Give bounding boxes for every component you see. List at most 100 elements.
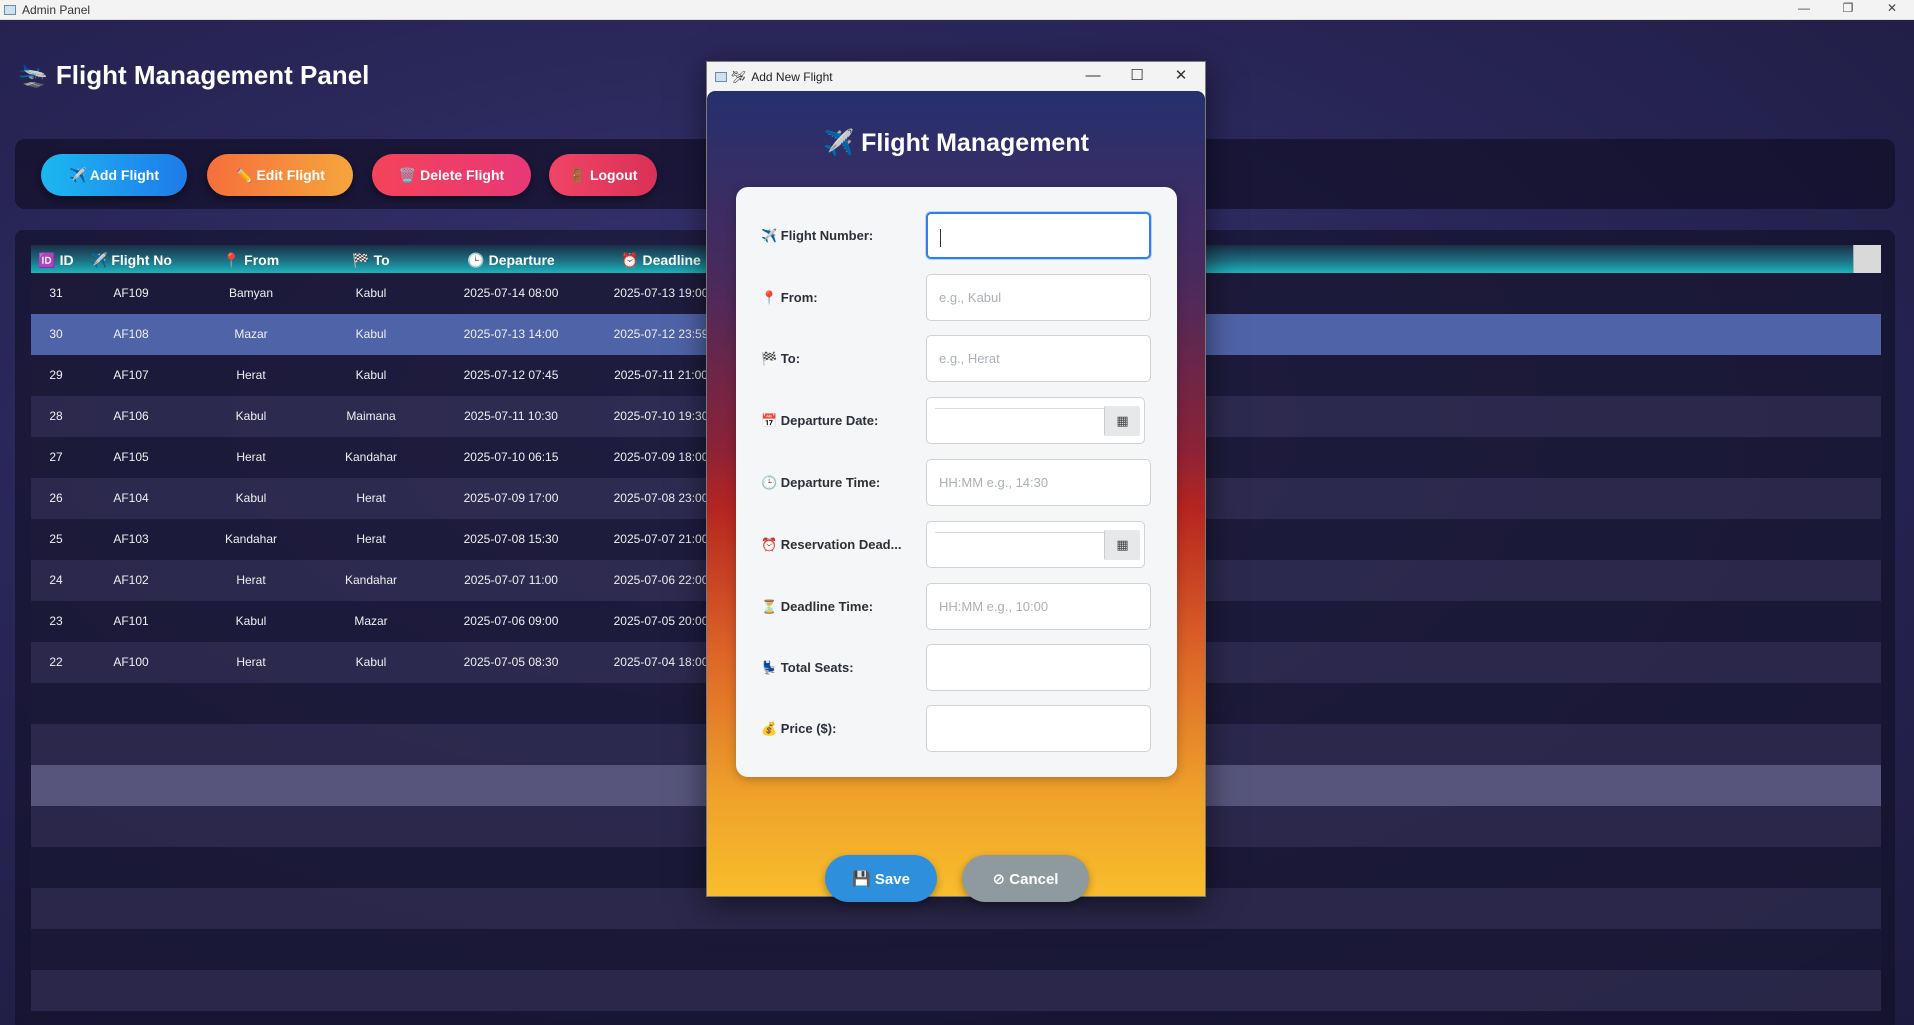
cell-flight-no: AF101 <box>113 614 149 628</box>
cell-departure: 2025-07-08 15:30 <box>463 532 559 546</box>
cell-flight-no: AF100 <box>113 655 149 669</box>
cell-id: 30 <box>49 327 63 341</box>
cell-departure: 2025-07-10 06:15 <box>463 450 559 464</box>
calendar-icon[interactable]: ▦ <box>1104 406 1140 436</box>
cell-id: 23 <box>49 614 63 628</box>
reservation-deadline-picker[interactable]: ▦ <box>926 521 1145 568</box>
to-label: 🏁 To: <box>761 351 801 366</box>
cell-to: Kabul <box>355 286 387 300</box>
cell-flight-no: AF109 <box>113 286 149 300</box>
table-row[interactable] <box>31 929 1881 970</box>
cell-departure: 2025-07-05 08:30 <box>463 655 559 669</box>
field-departure-time: 🕒 Departure Time: HH:MM e.g., 14:30 <box>736 459 1177 509</box>
os-window-title: Admin Panel <box>22 2 91 17</box>
cell-id: 27 <box>49 450 63 464</box>
departure-date-picker[interactable]: ▦ <box>926 397 1145 444</box>
os-window-controls: — ❐ ✕ <box>1782 0 1914 20</box>
page-title: 🛬 Flight Management Panel <box>18 60 369 91</box>
field-deadline-time: ⏳ Deadline Time: HH:MM e.g., 10:00 <box>736 583 1177 633</box>
add-flight-button[interactable]: ✈️ Add Flight <box>41 154 187 196</box>
cell-to: Herat <box>356 491 386 505</box>
table-row[interactable] <box>31 970 1881 1011</box>
flight-number-label: ✈️ Flight Number: <box>761 228 874 243</box>
cell-departure: 2025-07-12 07:45 <box>463 368 559 382</box>
price-input[interactable] <box>926 705 1151 752</box>
cell-flight-no: AF105 <box>113 450 149 464</box>
cancel-button[interactable]: ⊘ Cancel <box>962 855 1089 902</box>
cell-flight-no: AF104 <box>113 491 149 505</box>
cell-departure: 2025-07-06 09:00 <box>463 614 559 628</box>
table-scroll-corner[interactable] <box>1853 245 1881 273</box>
cell-departure: 2025-07-13 14:00 <box>463 327 559 341</box>
cell-id: 26 <box>49 491 63 505</box>
dialog-minimize-button[interactable]: — <box>1071 62 1115 91</box>
header-from[interactable]: 📍 From <box>181 252 321 269</box>
cell-from: Kandahar <box>224 532 278 546</box>
field-reservation-deadline: ⏰ Reservation Dead... ▦ <box>736 521 1177 571</box>
os-close-button[interactable]: ✕ <box>1870 0 1914 20</box>
dialog-close-button[interactable]: ✕ <box>1159 62 1203 91</box>
cell-to: Mazar <box>354 614 388 628</box>
save-button[interactable]: 💾 Save <box>825 855 937 902</box>
to-input[interactable]: e.g., Herat <box>926 335 1151 382</box>
delete-flight-button[interactable]: 🗑️ Delete Flight <box>372 154 531 196</box>
plane-landing-icon: 🛬 <box>18 62 48 89</box>
header-to[interactable]: 🏁 To <box>321 252 421 269</box>
cell-from: Herat <box>236 573 266 587</box>
header-departure[interactable]: 🕒 Departure <box>431 252 591 269</box>
plane-icon: 🛩 <box>731 69 747 84</box>
cell-flight-no: AF106 <box>113 409 149 423</box>
cell-from: Herat <box>236 450 266 464</box>
os-minimize-button[interactable]: — <box>1782 0 1826 20</box>
cell-id: 24 <box>49 573 63 587</box>
cell-to: Herat <box>356 532 386 546</box>
date-input-line <box>935 408 1107 409</box>
field-to: 🏁 To: e.g., Herat <box>736 335 1177 385</box>
edit-flight-button[interactable]: ✏️ Edit Flight <box>207 154 353 196</box>
flight-form: ✈️ Flight Number: 📍 From: e.g., Kabul 🏁 … <box>736 187 1177 777</box>
dialog-title: Add New Flight <box>751 69 833 84</box>
cell-from: Mazar <box>234 327 268 341</box>
price-label: 💰 Price ($): <box>761 721 837 736</box>
departure-time-label: 🕒 Departure Time: <box>761 475 881 490</box>
reservation-deadline-label: ⏰ Reservation Dead... <box>761 537 902 552</box>
dialog-body: ✈️ Flight Management ✈️ Flight Number: 📍… <box>707 91 1205 896</box>
add-flight-dialog: 🛩 Add New Flight — ☐ ✕ ✈️ Flight Managem… <box>706 61 1206 902</box>
cell-from: Kabul <box>235 614 267 628</box>
calendar-icon[interactable]: ▦ <box>1104 530 1140 560</box>
dialog-heading: ✈️ Flight Management <box>823 129 1089 157</box>
field-departure-date: 📅 Departure Date: ▦ <box>736 397 1177 447</box>
cell-from: Herat <box>236 655 266 669</box>
from-input[interactable]: e.g., Kabul <box>926 274 1151 321</box>
total-seats-input[interactable] <box>926 644 1151 691</box>
logout-button[interactable]: 🚪 Logout <box>549 154 657 196</box>
header-flight-no[interactable]: ✈️ Flight No <box>81 252 181 269</box>
cell-to: Kabul <box>355 327 387 341</box>
departure-date-label: 📅 Departure Date: <box>761 413 879 428</box>
page-title-text: Flight Management Panel <box>55 60 370 90</box>
cell-flight-no: AF107 <box>113 368 149 382</box>
field-flight-number: ✈️ Flight Number: <box>736 212 1177 262</box>
cell-to: Kabul <box>355 655 387 669</box>
cell-departure: 2025-07-11 10:30 <box>464 409 558 423</box>
flight-number-input[interactable] <box>926 212 1151 259</box>
cell-to: Kabul <box>355 368 387 382</box>
deadline-time-input[interactable]: HH:MM e.g., 10:00 <box>926 583 1151 630</box>
cell-id: 25 <box>49 532 63 546</box>
window-icon <box>715 71 727 82</box>
cell-id: 28 <box>49 409 63 423</box>
cell-departure: 2025-07-09 17:00 <box>463 491 559 505</box>
from-label: 📍 From: <box>761 290 818 305</box>
departure-time-input[interactable]: HH:MM e.g., 14:30 <box>926 459 1151 506</box>
cell-from: Herat <box>236 368 266 382</box>
cell-departure: 2025-07-14 08:00 <box>463 286 559 300</box>
field-from: 📍 From: e.g., Kabul <box>736 274 1177 324</box>
cell-id: 29 <box>49 368 63 382</box>
cell-to: Kandahar <box>344 450 398 464</box>
cell-flight-no: AF108 <box>113 327 149 341</box>
os-restore-button[interactable]: ❐ <box>1826 0 1870 20</box>
dialog-maximize-button[interactable]: ☐ <box>1115 62 1159 91</box>
cell-from: Kabul <box>235 409 267 423</box>
date-input-line <box>935 532 1107 533</box>
header-id[interactable]: 🆔 ID <box>31 252 81 269</box>
